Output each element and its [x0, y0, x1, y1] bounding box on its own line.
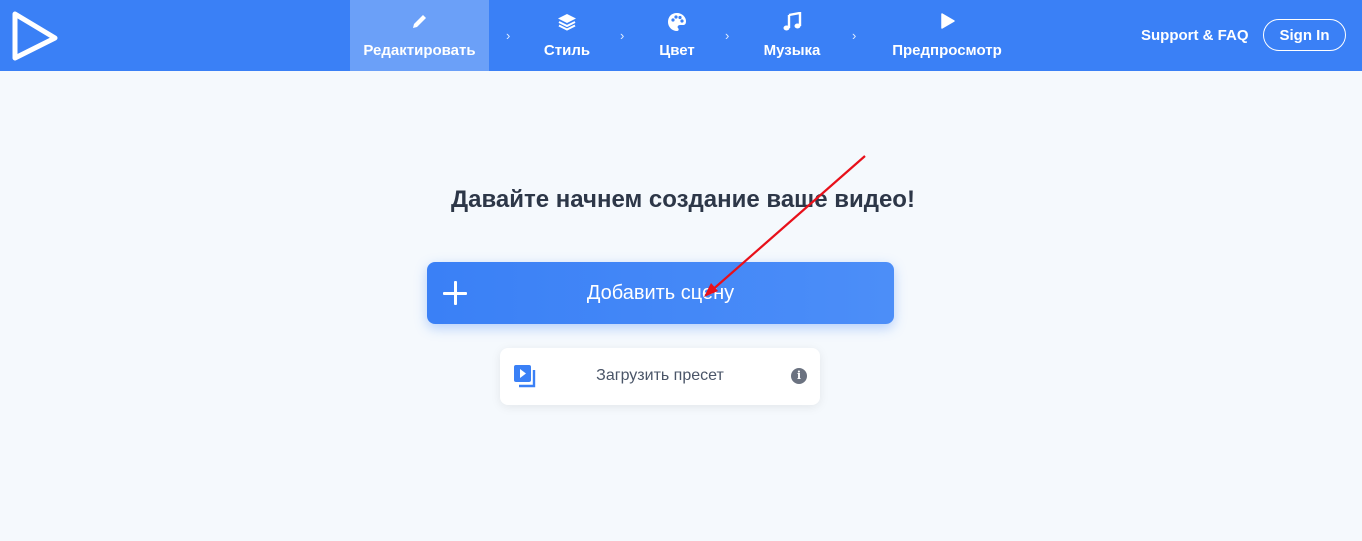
add-scene-label: Добавить сцену [586, 282, 735, 304]
logo-icon[interactable] [12, 11, 58, 61]
page-heading: Давайте начнем создание ваше видео! [451, 186, 915, 213]
pencil-icon [350, 12, 489, 32]
palette-icon [642, 12, 712, 32]
chevron-right-icon: › [506, 28, 511, 43]
step-label: Цвет [659, 42, 695, 59]
play-icon [887, 12, 1007, 32]
step-preview[interactable]: Предпросмотр [887, 0, 1007, 71]
step-style[interactable]: Стиль [527, 0, 607, 71]
music-note-icon [752, 12, 832, 32]
chevron-right-icon: › [620, 28, 625, 43]
chevron-right-icon: › [852, 28, 857, 43]
add-scene-button[interactable]: Добавить сцену [427, 262, 894, 324]
step-label: Предпросмотр [892, 42, 1002, 59]
sign-in-button[interactable]: Sign In [1263, 19, 1346, 51]
step-edit[interactable]: Редактировать [350, 0, 489, 71]
top-navbar: Редактировать › Стиль › Цвет › Музыка › … [0, 0, 1362, 71]
support-faq-link[interactable]: Support & FAQ [1141, 27, 1249, 44]
layers-icon [527, 12, 607, 32]
step-music[interactable]: Музыка [752, 0, 832, 71]
chevron-right-icon: › [725, 28, 730, 43]
step-label: Редактировать [363, 42, 476, 59]
step-label: Стиль [543, 42, 591, 59]
upload-preset-label: Загрузить пресет [596, 367, 724, 384]
step-color[interactable]: Цвет [642, 0, 712, 71]
info-icon[interactable]: i [791, 368, 807, 384]
step-label: Музыка [763, 42, 821, 59]
upload-preset-button[interactable]: Загрузить пресет i [500, 348, 820, 405]
